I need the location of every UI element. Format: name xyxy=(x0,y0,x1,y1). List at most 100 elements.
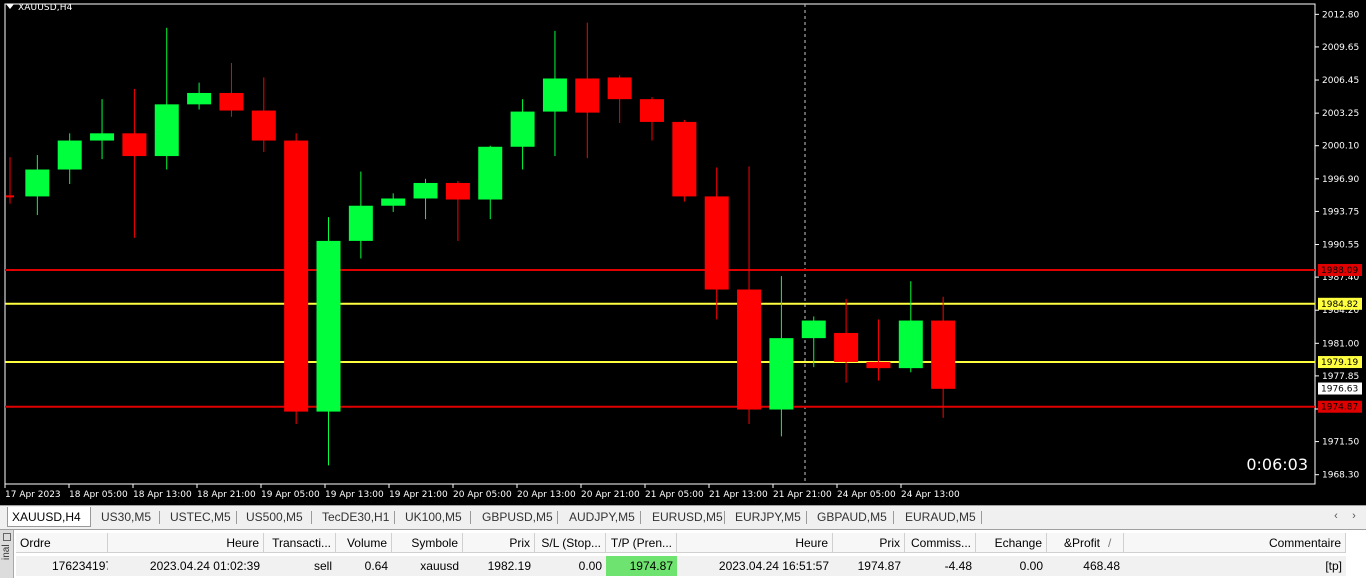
chart-symbol-title: XAUUSD,H4 xyxy=(18,3,73,13)
price-axis-label: 1993.75 xyxy=(1322,207,1359,217)
candle-body xyxy=(575,78,600,113)
time-axis-label: 17 Apr 2023 xyxy=(5,490,61,500)
tab-gbpusd-m5[interactable]: GBPUSD,M5 xyxy=(478,509,554,526)
column-header-heure[interactable]: Heure xyxy=(108,533,264,553)
bid-price-label: 1976.63 xyxy=(1321,385,1358,395)
price-axis-label: 2003.25 xyxy=(1322,109,1359,119)
terminal-panel: inal Ordre Heure Transacti... Volume Sym… xyxy=(0,529,1366,578)
price-axis-label: 1990.55 xyxy=(1322,241,1359,251)
chart-canvas[interactable]: 2012.80 2009.65 2006.45 2003.25 2000.10 1996.… xyxy=(0,0,1366,505)
tab-scroll-right-icon[interactable]: › xyxy=(1347,510,1361,522)
tab-separator xyxy=(981,511,982,524)
level-price-label: 1979.19 xyxy=(1321,358,1358,368)
column-header-sl[interactable]: S/L (Stop... xyxy=(535,533,606,553)
price-axis-label: 2006.45 xyxy=(1322,76,1359,86)
column-header-transaction[interactable]: Transacti... xyxy=(264,533,336,553)
candle-body xyxy=(348,205,373,241)
tab-separator xyxy=(236,511,237,524)
candle-body xyxy=(251,110,276,141)
candle-body xyxy=(640,99,664,122)
time-axis-label: 18 Apr 13:00 xyxy=(133,490,192,500)
column-header-prix-close[interactable]: Prix xyxy=(833,533,905,553)
tab-scroll-left-icon[interactable]: ‹ xyxy=(1329,510,1343,522)
candle-body xyxy=(25,169,50,197)
cell-profit[interactable]: 468.48 xyxy=(1047,556,1124,576)
cell-heure[interactable]: 2023.04.24 01:02:39 xyxy=(108,556,264,576)
tab-separator xyxy=(557,511,558,524)
candle-body xyxy=(413,182,438,199)
column-header-prix[interactable]: Prix xyxy=(463,533,535,553)
chart-menu-arrow-icon[interactable] xyxy=(6,4,14,9)
column-header-ordre[interactable]: Ordre xyxy=(16,533,108,553)
column-header-tp[interactable]: T/P (Pren... xyxy=(606,533,677,553)
candle-body xyxy=(57,140,82,170)
price-axis-label: 2009.65 xyxy=(1322,43,1359,53)
candle-body xyxy=(866,361,891,369)
tab-separator xyxy=(159,511,160,524)
column-header-echange[interactable]: Echange xyxy=(976,533,1047,553)
tab-separator xyxy=(470,511,471,524)
column-header-symbole[interactable]: Symbole xyxy=(392,533,463,553)
candle-body xyxy=(834,332,859,362)
candle-body xyxy=(90,133,115,141)
cell-ordre[interactable]: 176234197 xyxy=(16,556,108,576)
tab-separator xyxy=(893,511,894,524)
tab-separator xyxy=(311,511,312,524)
time-axis-label: 19 Apr 13:00 xyxy=(325,490,384,500)
cell-commission[interactable]: -4.48 xyxy=(905,556,976,576)
candle-body xyxy=(769,338,794,410)
candle-body xyxy=(445,182,470,200)
tab-gbpaud-m5[interactable]: GBPAUD,M5 xyxy=(813,509,889,526)
tab-separator xyxy=(724,511,725,524)
level-price-label: 1984.82 xyxy=(1321,300,1358,310)
candle-body xyxy=(704,196,729,290)
candle-body xyxy=(219,92,244,111)
candle-body xyxy=(737,289,762,410)
column-header-commission[interactable]: Commiss... xyxy=(905,533,976,553)
cell-tp[interactable]: 1974.87 xyxy=(606,556,677,576)
candle-body xyxy=(316,240,341,412)
cell-symbole[interactable]: xauusd xyxy=(392,556,463,576)
tab-ustec-m5[interactable]: USTEC,M5 xyxy=(166,509,231,526)
price-axis-label: 1971.50 xyxy=(1322,438,1359,448)
tab-uk100-m5[interactable]: UK100,M5 xyxy=(401,509,463,526)
tab-audjpy-m5[interactable]: AUDJPY,M5 xyxy=(565,509,637,526)
column-header-heure-close[interactable]: Heure xyxy=(677,533,833,553)
cell-echange[interactable]: 0.00 xyxy=(976,556,1047,576)
cell-sl[interactable]: 0.00 xyxy=(535,556,606,576)
tab-euraud-m5[interactable]: EURAUD,M5 xyxy=(901,509,977,526)
tab-separator xyxy=(806,511,807,524)
plot-frame xyxy=(4,3,1316,485)
time-axis-label: 24 Apr 13:00 xyxy=(901,490,960,500)
tab-us500-m5[interactable]: US500,M5 xyxy=(242,509,304,526)
candle-timer: 0:06:03 xyxy=(1246,455,1308,474)
terminal-side-bar[interactable]: inal xyxy=(0,530,14,578)
candle-body xyxy=(187,92,212,105)
column-sort-indicator[interactable]: / xyxy=(1104,533,1124,553)
tab-tecde30-h1[interactable]: TecDE30,H1 xyxy=(318,509,390,526)
column-header-commentaire[interactable]: Commentaire xyxy=(1124,533,1346,553)
candle-body xyxy=(510,111,535,147)
cell-prix[interactable]: 1982.19 xyxy=(463,556,535,576)
cell-transaction[interactable]: sell xyxy=(264,556,336,576)
tab-separator xyxy=(394,511,395,524)
tab-xauusd-h4[interactable]: XAUUSD,H4 xyxy=(7,507,91,527)
candle-body xyxy=(672,121,697,197)
tab-eurjpy-m5[interactable]: EURJPY,M5 xyxy=(731,509,803,526)
level-price-label: 1974.87 xyxy=(1321,403,1358,413)
tab-us30-m5[interactable]: US30,M5 xyxy=(97,509,153,526)
tab-eurusd-m5[interactable]: EURUSD,M5 xyxy=(648,509,723,526)
cell-volume[interactable]: 0.64 xyxy=(336,556,392,576)
column-header-volume[interactable]: Volume xyxy=(336,533,392,553)
price-chart[interactable]: 2012.80 2009.65 2006.45 2003.25 2000.10 1996.… xyxy=(0,0,1366,505)
cell-prix-close[interactable]: 1974.87 xyxy=(833,556,905,576)
cell-commentaire[interactable]: [tp] xyxy=(1124,556,1346,576)
cell-heure-close[interactable]: 2023.04.24 16:51:57 xyxy=(677,556,833,576)
price-axis-label: 1981.00 xyxy=(1322,339,1359,349)
candle-body xyxy=(542,78,567,112)
price-axis-label: 1968.30 xyxy=(1322,471,1359,481)
time-axis-label: 21 Apr 13:00 xyxy=(709,490,768,500)
time-axis-label: 21 Apr 05:00 xyxy=(645,490,704,500)
candle-body xyxy=(898,320,923,369)
column-header-profit[interactable]: &Profit xyxy=(1047,533,1104,553)
